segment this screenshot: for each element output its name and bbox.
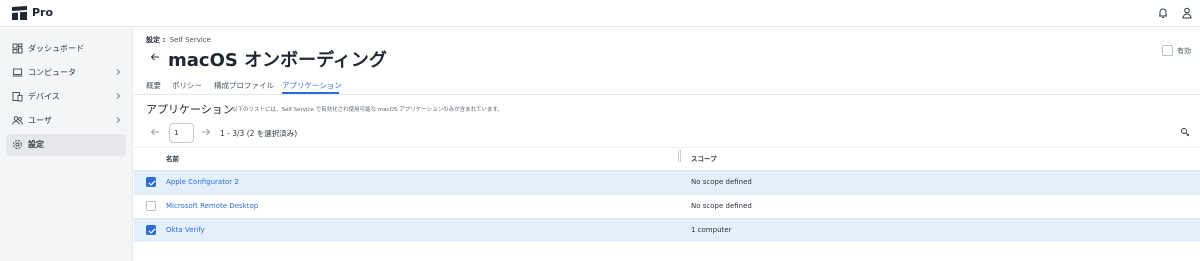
tab-policies[interactable]: ポリシー bbox=[172, 80, 202, 94]
sidebar-item-label: ダッシュボード bbox=[28, 44, 84, 53]
back-arrow-icon[interactable] bbox=[150, 52, 160, 62]
scope-cell: 1 computer bbox=[691, 226, 732, 234]
chevron-right-icon bbox=[116, 117, 121, 123]
dashboard-icon bbox=[12, 43, 23, 54]
table-row[interactable]: Microsoft Remote Desktop No scope define… bbox=[134, 194, 1200, 218]
tab-overview[interactable]: 概要 bbox=[146, 80, 161, 94]
sidebar-item-label: コンピュータ bbox=[28, 68, 76, 77]
sidebar: ダッシュボード コンピュータ デバイス ユーザ 設定 bbox=[0, 28, 133, 261]
app-name-link[interactable]: Okta Verify bbox=[166, 226, 205, 234]
breadcrumb-root[interactable]: 設定 : bbox=[146, 36, 165, 44]
table-row[interactable]: Apple Configurator 2 No scope defined bbox=[134, 170, 1200, 194]
scope-cell: No scope defined bbox=[691, 202, 752, 210]
breadcrumb-current: Self Service bbox=[169, 36, 211, 44]
user-icon[interactable] bbox=[1180, 6, 1194, 20]
app-name: Pro bbox=[32, 6, 54, 19]
table-row[interactable]: Okta Verify 1 computer bbox=[134, 218, 1200, 242]
users-icon bbox=[12, 116, 23, 125]
sidebar-item-label: デバイス bbox=[28, 92, 60, 101]
page-number-input[interactable] bbox=[169, 123, 194, 143]
app-name-link[interactable]: Apple Configurator 2 bbox=[166, 178, 239, 186]
checkmark-icon bbox=[148, 228, 156, 234]
sidebar-item-label: 設定 bbox=[28, 140, 44, 149]
app-name-link[interactable]: Microsoft Remote Desktop bbox=[166, 202, 258, 210]
column-settings-icon[interactable] bbox=[1180, 127, 1190, 137]
pager-info: 1 - 3/3 (2 を選択済み) bbox=[220, 129, 298, 138]
section-title: アプリケーション bbox=[146, 103, 234, 116]
computer-icon bbox=[12, 68, 23, 77]
sidebar-item-dashboard[interactable]: ダッシュボード bbox=[6, 38, 126, 60]
page-title: macOS オンボーディング bbox=[168, 50, 387, 71]
scope-cell: No scope defined bbox=[691, 178, 752, 186]
column-header-name[interactable]: 名前 bbox=[166, 153, 179, 163]
sidebar-item-settings[interactable]: 設定 bbox=[6, 134, 126, 156]
row-checkbox[interactable] bbox=[146, 177, 156, 187]
main-content: 設定 : Self Service macOS オンボーディング 有効 概要 ポ… bbox=[134, 28, 1200, 261]
sidebar-item-label: ユーザ bbox=[28, 116, 52, 125]
enabled-label: 有効 bbox=[1177, 47, 1191, 55]
previous-page-icon[interactable] bbox=[150, 127, 160, 137]
sidebar-item-devices[interactable]: デバイス bbox=[6, 86, 126, 108]
sidebar-item-computers[interactable]: コンピュータ bbox=[6, 62, 126, 84]
chevron-right-icon bbox=[116, 69, 121, 75]
column-header-scope[interactable]: スコープ bbox=[691, 153, 717, 163]
tab-configuration-profiles[interactable]: 構成プロファイル bbox=[214, 80, 274, 94]
section-description: 以下のリストには、Self Service で有効化され使用可能な macOS … bbox=[232, 107, 503, 113]
top-bar: Pro bbox=[0, 0, 1200, 27]
jamf-logo-icon[interactable] bbox=[12, 6, 27, 20]
column-resize-handle[interactable] bbox=[678, 150, 681, 162]
breadcrumb: 設定 : Self Service bbox=[146, 35, 211, 45]
next-page-icon[interactable] bbox=[201, 127, 211, 137]
enabled-checkbox[interactable] bbox=[1162, 45, 1173, 56]
sidebar-item-users[interactable]: ユーザ bbox=[6, 110, 126, 132]
checkmark-icon bbox=[148, 180, 156, 186]
gear-icon bbox=[13, 140, 22, 149]
divider bbox=[134, 94, 1200, 95]
chevron-right-icon bbox=[116, 93, 121, 99]
row-checkbox[interactable] bbox=[146, 201, 156, 211]
row-checkbox[interactable] bbox=[146, 225, 156, 235]
divider bbox=[134, 147, 1200, 148]
devices-icon bbox=[12, 92, 23, 102]
bell-icon[interactable] bbox=[1156, 6, 1170, 20]
